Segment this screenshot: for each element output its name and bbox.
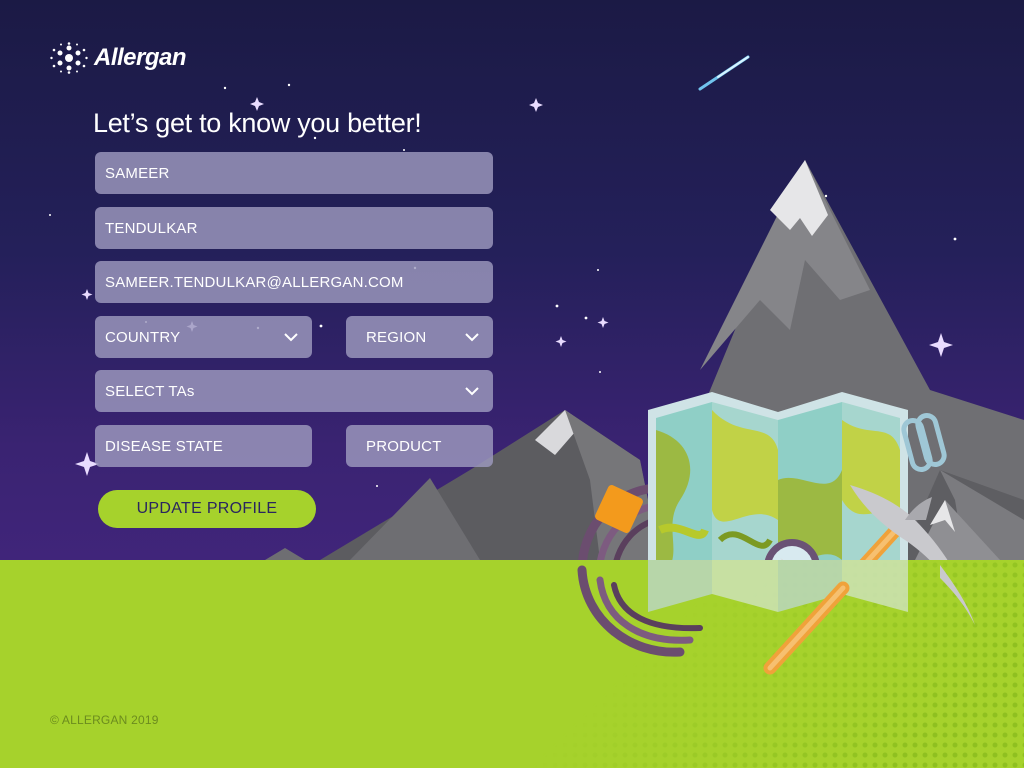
email-value: SAMEER.TENDULKAR@ALLERGAN.COM: [105, 273, 404, 291]
last-name-field[interactable]: TENDULKAR: [95, 207, 493, 249]
map-icon: [648, 560, 908, 612]
email-field[interactable]: SAMEER.TENDULKAR@ALLERGAN.COM: [95, 261, 493, 303]
chevron-down-icon: [465, 333, 479, 342]
page-title: Let’s get to know you better!: [93, 108, 422, 138]
first-name-value: SAMEER: [105, 164, 170, 182]
region-select[interactable]: REGION: [346, 316, 493, 358]
update-profile-button[interactable]: UPDATE PROFILE: [98, 490, 316, 528]
product-label: PRODUCT: [366, 437, 442, 455]
therapeutic-areas-select[interactable]: SELECT TAs: [95, 370, 493, 412]
disease-state-label: DISEASE STATE: [105, 437, 223, 455]
country-select-label: COUNTRY: [105, 328, 181, 346]
region-select-label: REGION: [366, 328, 427, 346]
last-name-value: TENDULKAR: [105, 219, 198, 237]
therapeutic-areas-select-label: SELECT TAs: [105, 382, 195, 400]
country-select[interactable]: COUNTRY: [95, 316, 312, 358]
allergan-dots-icon: [50, 42, 88, 74]
first-name-field[interactable]: SAMEER: [95, 152, 493, 194]
logo-wordmark: Allergan: [94, 44, 187, 71]
copyright-text: © ALLERGAN 2019: [50, 713, 159, 727]
chevron-down-icon: [284, 333, 298, 342]
chevron-down-icon: [465, 387, 479, 396]
product-field[interactable]: PRODUCT: [346, 425, 493, 467]
allergan-logo: Allergan: [50, 40, 187, 76]
disease-state-field[interactable]: DISEASE STATE: [95, 425, 312, 467]
